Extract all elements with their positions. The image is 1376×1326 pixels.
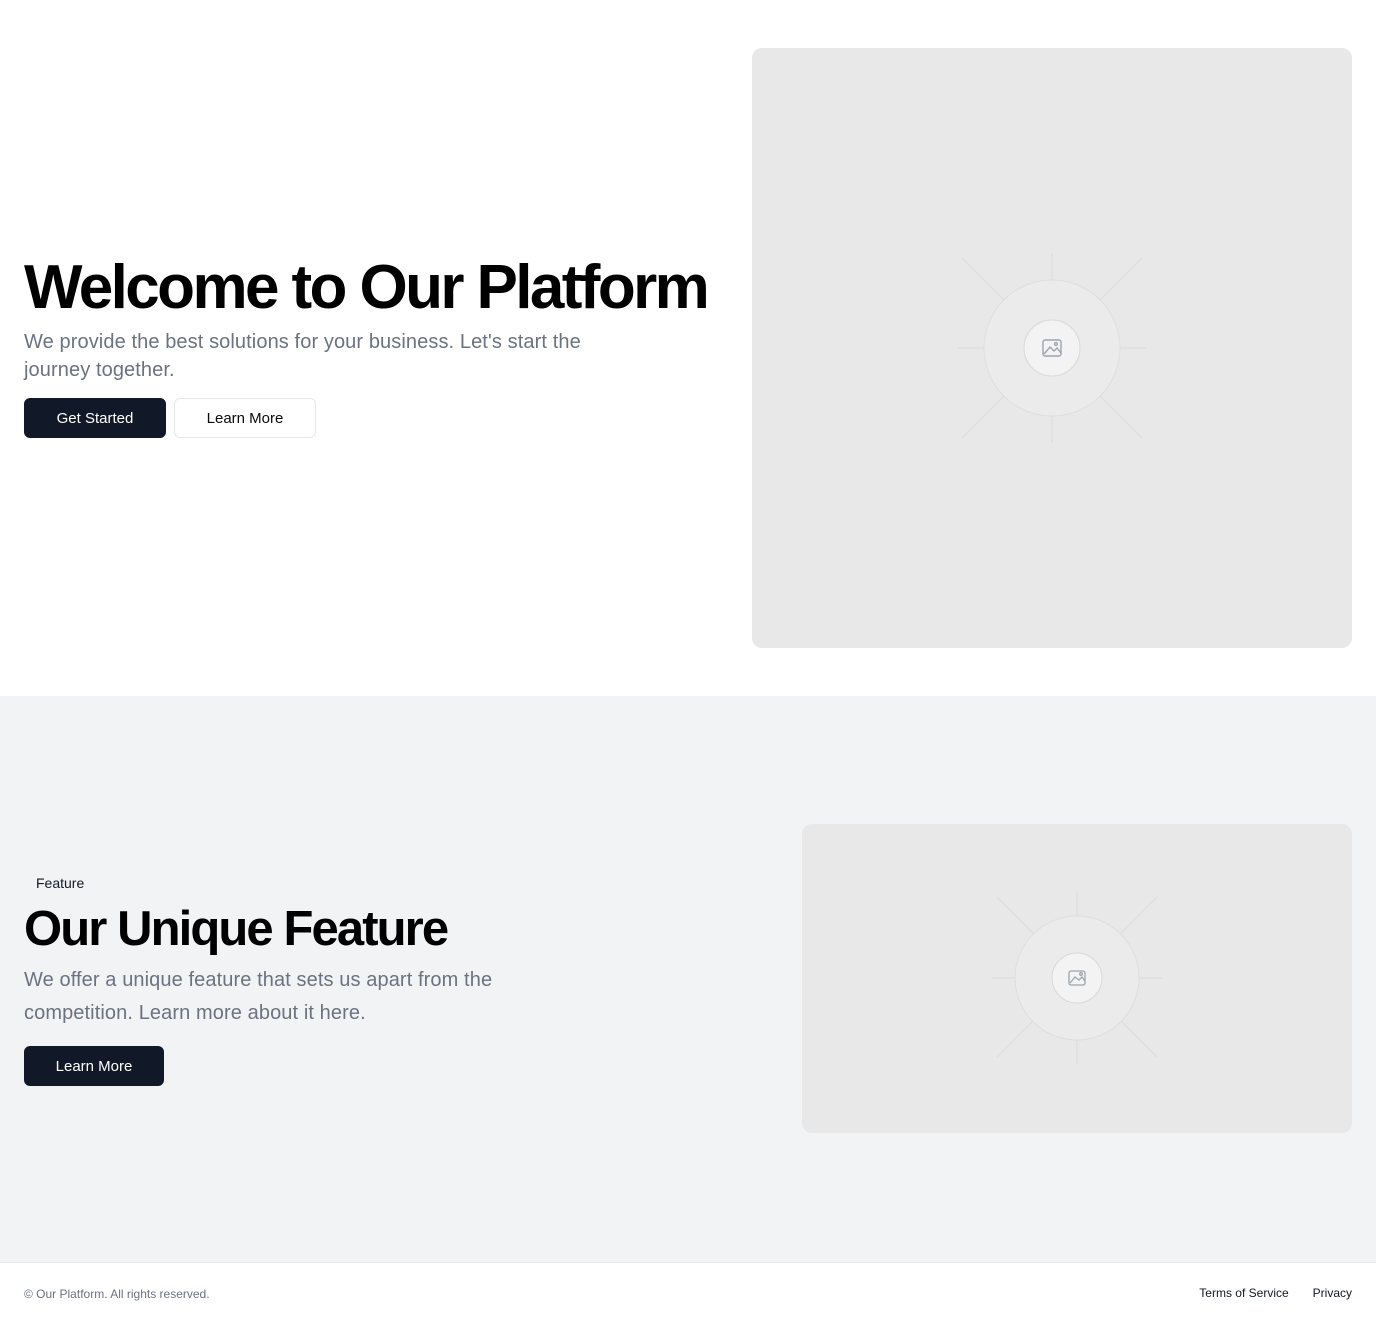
feature-learn-more-button[interactable]: Learn More <box>24 1046 164 1086</box>
hero-buttons: Get Started Learn More <box>24 398 316 438</box>
privacy-link[interactable]: Privacy <box>1313 1286 1352 1300</box>
image-placeholder-icon <box>957 253 1147 443</box>
hero-section: Welcome to Our Platform We provide the b… <box>0 0 1376 696</box>
hero-image-placeholder <box>752 48 1352 648</box>
footer-copyright: © Our Platform. All rights reserved. <box>24 1287 210 1301</box>
learn-more-button[interactable]: Learn More <box>174 398 316 438</box>
hero-subtitle: We provide the best solutions for your b… <box>24 331 581 381</box>
feature-description: We offer a unique feature that sets us a… <box>24 969 493 1024</box>
hero-content: Welcome to Our Platform We provide the b… <box>24 250 714 438</box>
get-started-button[interactable]: Get Started <box>24 398 166 438</box>
feature-title: Our Unique Feature <box>24 902 449 956</box>
hero-title: Welcome to Our Platform <box>24 253 710 322</box>
terms-of-service-link[interactable]: Terms of Service <box>1199 1286 1288 1300</box>
feature-section: Feature Our Unique Feature We offer a un… <box>0 696 1376 1262</box>
feature-badge: Feature <box>24 872 97 894</box>
footer-nav: Terms of Service Privacy <box>1199 1286 1352 1300</box>
footer: © Our Platform. All rights reserved. Ter… <box>0 1262 1376 1326</box>
feature-image-placeholder <box>802 824 1352 1133</box>
feature-content: Feature Our Unique Feature We offer a un… <box>24 872 664 1086</box>
image-placeholder-icon <box>992 892 1162 1064</box>
